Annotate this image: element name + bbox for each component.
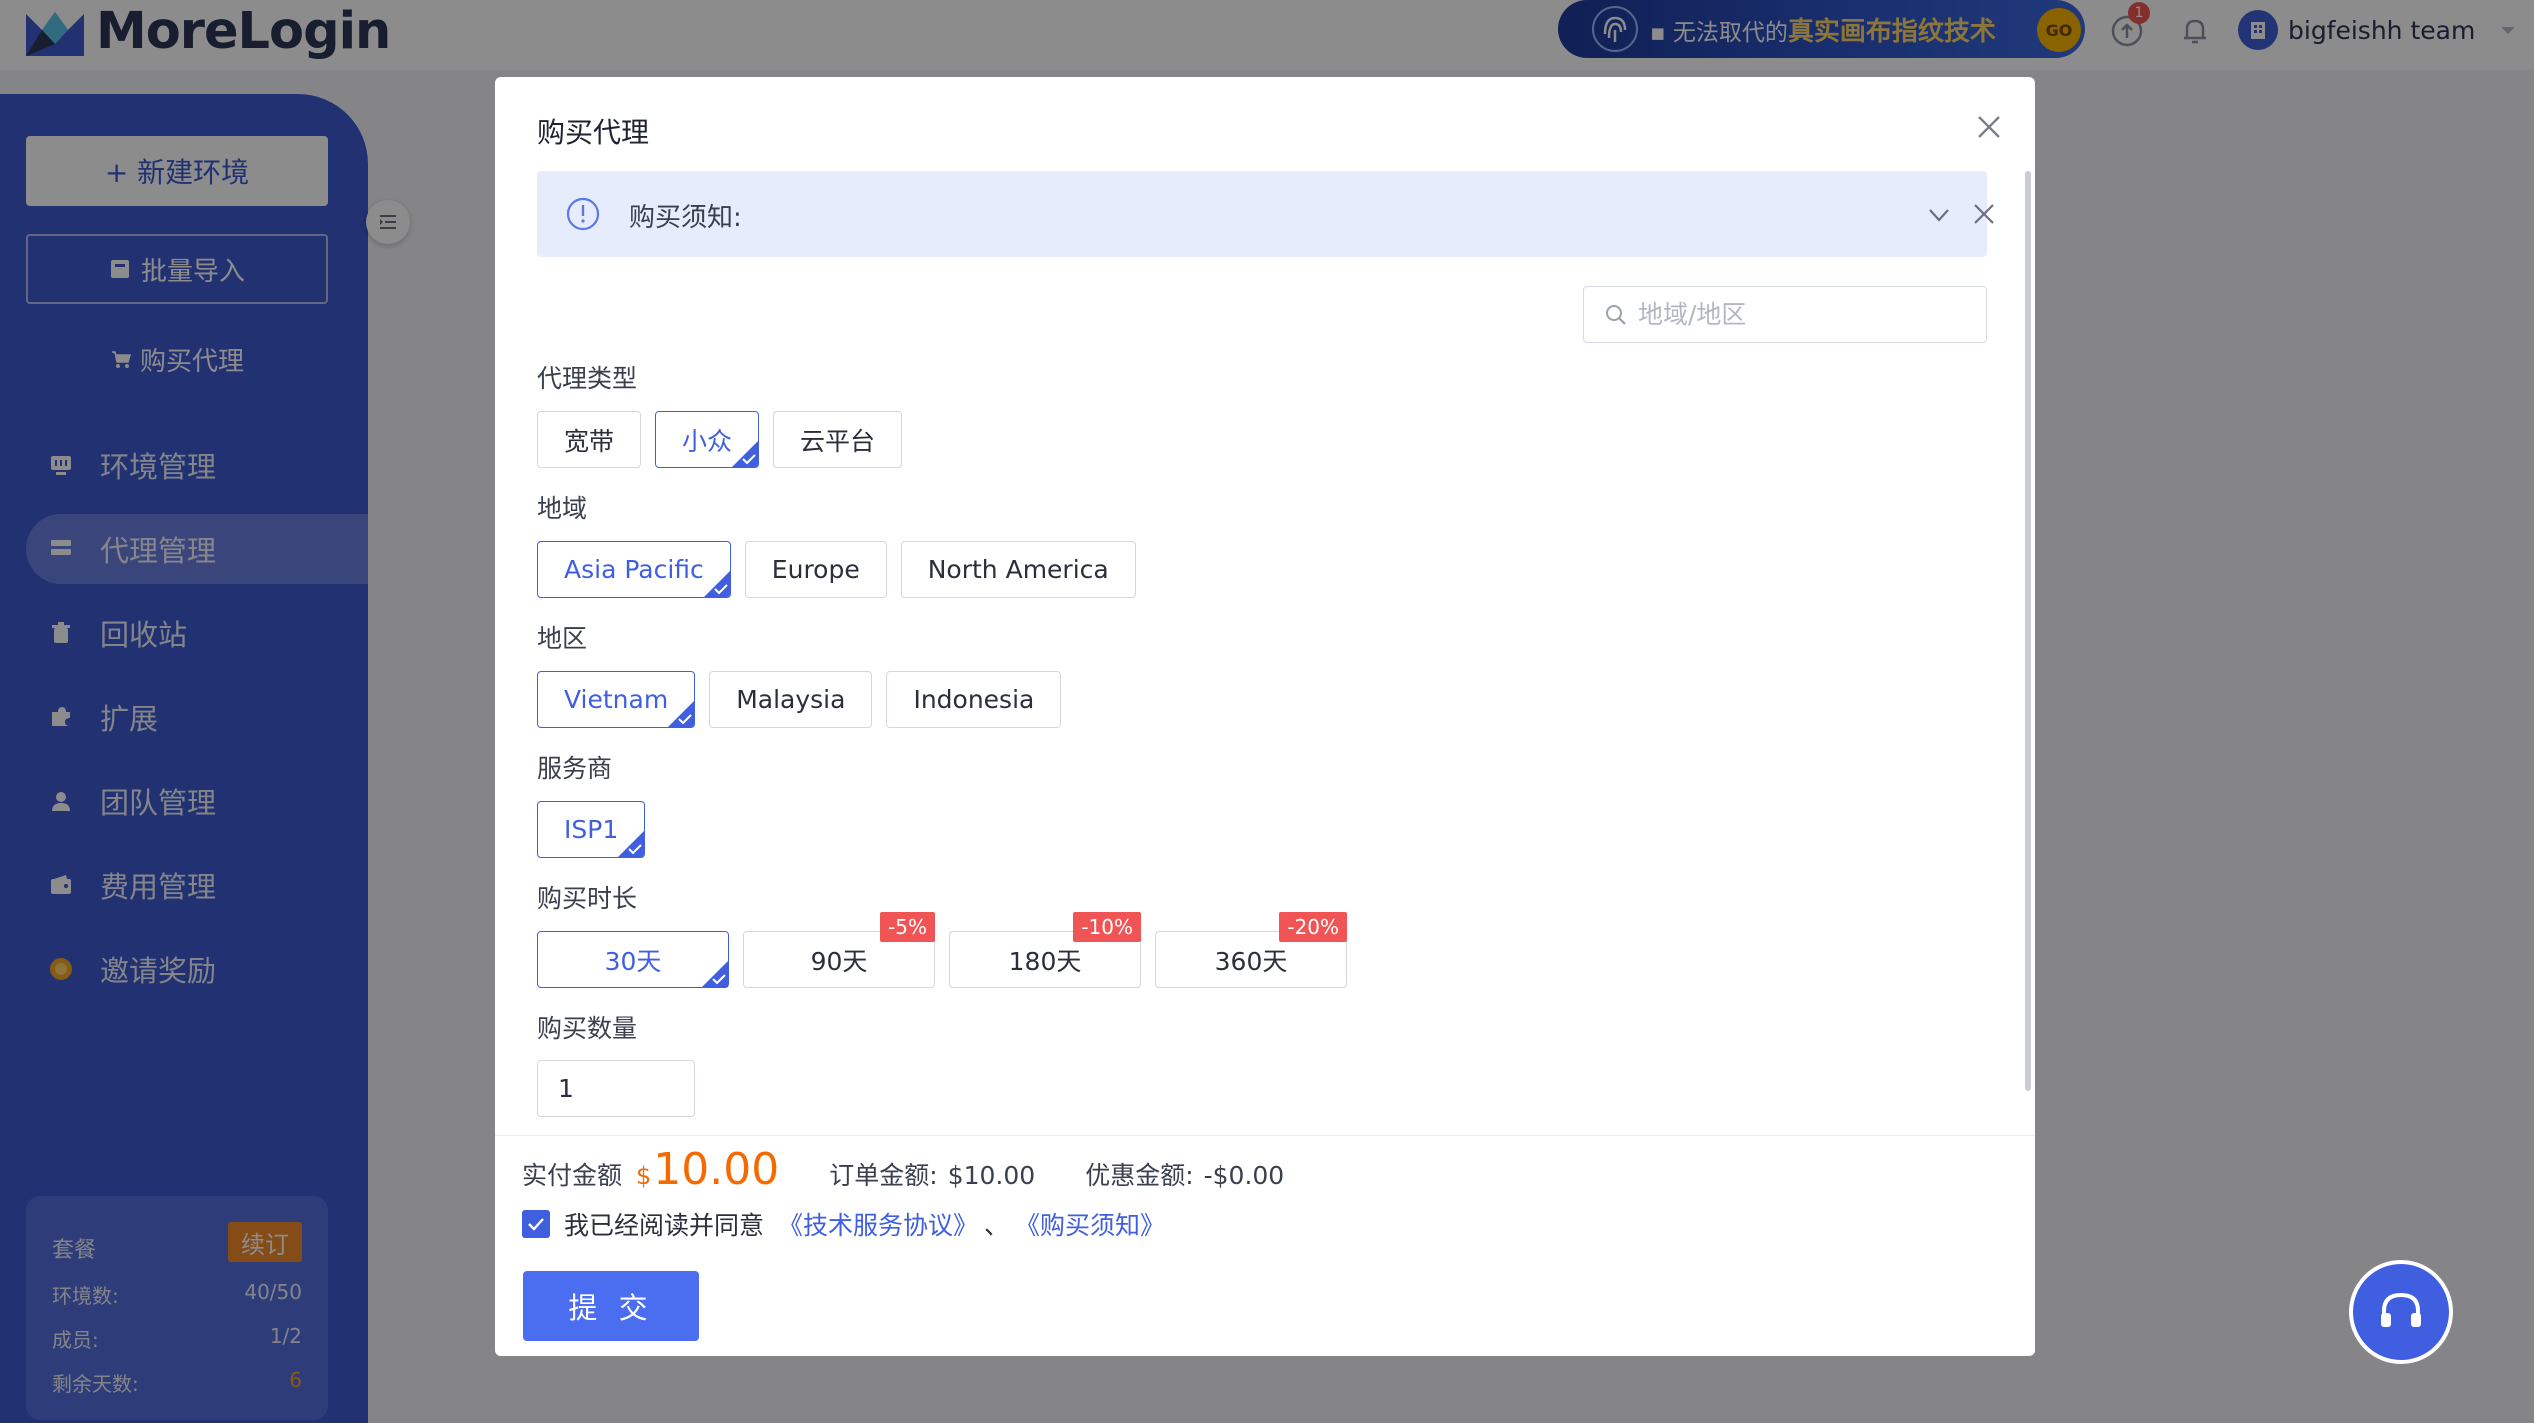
pay-amount: 10.00	[653, 1144, 780, 1195]
proxy-type-option-selected[interactable]: 小众	[655, 411, 760, 468]
close-icon[interactable]	[1971, 201, 1997, 227]
purchase-notice: 购买须知:	[537, 171, 1994, 257]
chevron-down-icon[interactable]	[1925, 201, 1953, 229]
currency-symbol: $	[636, 1162, 652, 1190]
region-label: 地域	[537, 494, 588, 523]
search-icon	[1606, 304, 1626, 325]
duration-option-selected[interactable]: 30天	[537, 931, 729, 988]
discount-badge: -20%	[1279, 912, 1347, 942]
check-icon	[528, 1218, 544, 1231]
order-amount: $10.00	[947, 1161, 1036, 1190]
price-summary: 实付金额 $ 10.00 订单金额: $10.00 优惠金额: -$0.00	[522, 1144, 1284, 1195]
duration-options: 30天 90天 -5% 180天 -10% 360天 -20%	[537, 912, 1347, 988]
dialog-footer: 实付金额 $ 10.00 订单金额: $10.00 优惠金额: -$0.00 我…	[495, 1135, 2035, 1356]
purchase-notice-link[interactable]: 《购买须知》	[1015, 1206, 1165, 1242]
quantity-input[interactable]	[558, 1074, 678, 1103]
dialog-scrollbar[interactable]	[2025, 171, 2031, 1091]
check-icon	[628, 844, 642, 855]
check-icon	[712, 974, 726, 985]
proxy-type-options: 宽带 小众 云平台	[537, 411, 903, 468]
duration-option[interactable]: 180天 -10%	[949, 912, 1141, 988]
service-agreement-link[interactable]: 《技术服务协议》	[778, 1206, 978, 1242]
quantity-label: 购买数量	[537, 1014, 638, 1043]
order-label: 订单金额:	[829, 1161, 938, 1190]
discount-label: 优惠金额:	[1085, 1161, 1194, 1190]
discount-badge: -10%	[1073, 912, 1141, 942]
provider-label: 服务商	[537, 754, 613, 783]
notice-text: 购买须知:	[629, 203, 742, 233]
dialog-title: 购买代理	[537, 116, 650, 149]
discount-badge: -5%	[880, 912, 935, 942]
area-option[interactable]: Indonesia	[886, 671, 1062, 728]
agreement-row: 我已经阅读并同意 《技术服务协议》 、 《购买须知》	[522, 1206, 1165, 1242]
region-search-input[interactable]	[1638, 300, 1978, 329]
agree-checkbox[interactable]	[522, 1210, 550, 1238]
area-label: 地区	[537, 624, 588, 653]
region-search[interactable]	[1583, 286, 1987, 343]
check-icon	[742, 454, 756, 465]
agree-text: 我已经阅读并同意	[564, 1211, 765, 1240]
close-icon[interactable]	[1973, 111, 2005, 143]
duration-option[interactable]: 90天 -5%	[743, 912, 935, 988]
duration-label: 购买时长	[537, 884, 638, 913]
discount-amount: -$0.00	[1203, 1161, 1285, 1190]
proxy-type-label: 代理类型	[537, 364, 638, 393]
duration-option[interactable]: 360天 -20%	[1155, 912, 1347, 988]
quantity-field[interactable]	[537, 1060, 695, 1117]
info-icon	[566, 197, 600, 231]
region-option-selected[interactable]: Asia Pacific	[537, 541, 731, 598]
link-separator: 、	[984, 1211, 1010, 1240]
area-options: Vietnam Malaysia Indonesia	[537, 671, 1062, 728]
region-options: Asia Pacific Europe North America	[537, 541, 1136, 598]
pay-label: 实付金额	[522, 1161, 623, 1190]
provider-option-selected[interactable]: ISP1	[537, 801, 646, 858]
area-option-selected[interactable]: Vietnam	[537, 671, 696, 728]
submit-button[interactable]: 提 交	[523, 1271, 699, 1341]
provider-options: ISP1	[537, 801, 646, 858]
area-option[interactable]: Malaysia	[709, 671, 873, 728]
region-option[interactable]: North America	[900, 541, 1136, 598]
check-icon	[678, 714, 692, 725]
headset-icon	[2381, 1292, 2421, 1327]
region-option[interactable]: Europe	[744, 541, 887, 598]
proxy-type-option[interactable]: 宽带	[537, 411, 642, 468]
customer-support-button[interactable]	[2349, 1260, 2453, 1364]
check-icon	[714, 584, 728, 595]
buy-proxy-dialog: 购买代理 购买须知: 代理类型 宽带 小众 云平台 地域 Asia Pacifi	[495, 77, 2035, 1356]
proxy-type-option[interactable]: 云平台	[773, 411, 903, 468]
